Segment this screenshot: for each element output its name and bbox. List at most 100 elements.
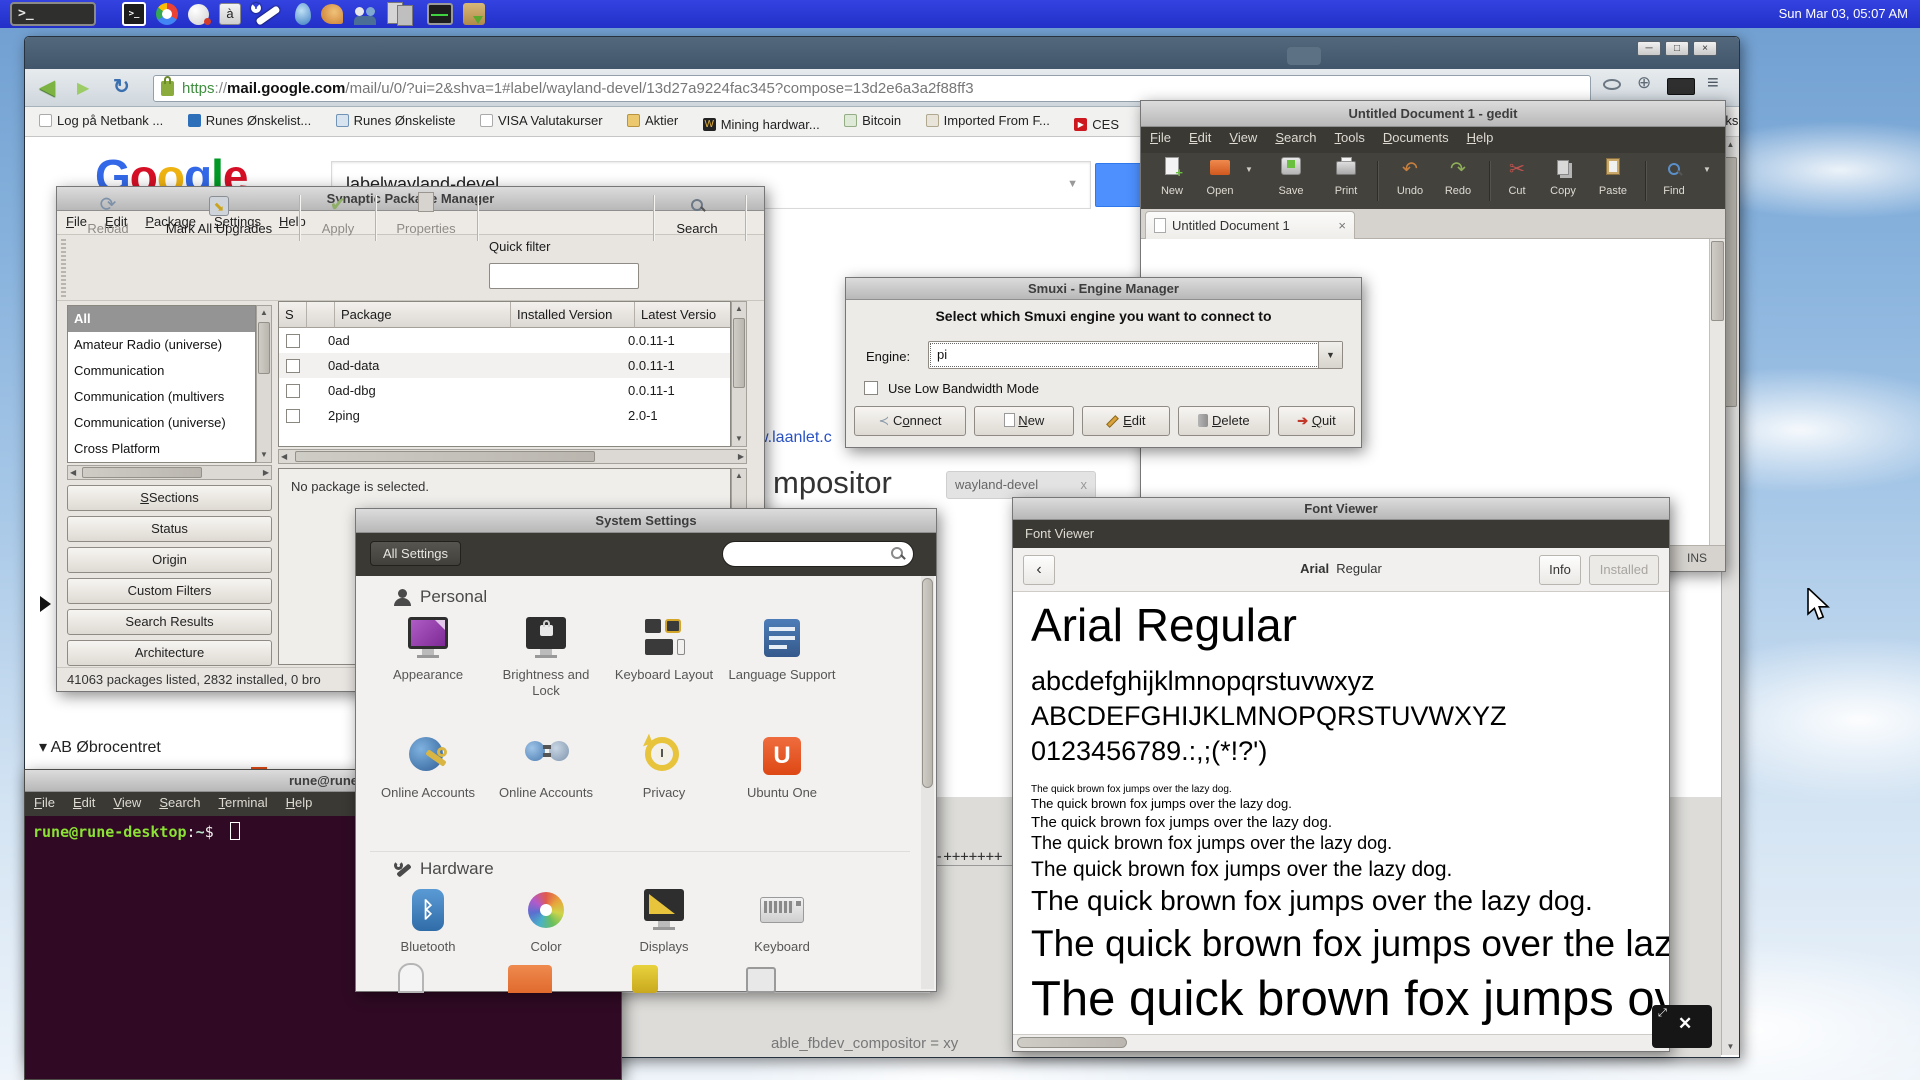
- scrollbar-thumb[interactable]: [922, 578, 933, 788]
- category-item[interactable]: Communication (multivers: [68, 384, 255, 410]
- open-button[interactable]: Open: [1199, 157, 1241, 197]
- panel-clock[interactable]: Sun Mar 03, 05:07 AM: [1779, 0, 1908, 28]
- chrome-icon[interactable]: [156, 3, 178, 25]
- quick-filter-input[interactable]: [489, 263, 639, 289]
- properties-button[interactable]: Properties: [385, 192, 467, 236]
- scroll-down-icon[interactable]: ▼: [257, 448, 271, 462]
- menu-terminal[interactable]: Terminal: [210, 792, 277, 813]
- scrollbar-thumb[interactable]: [258, 322, 270, 374]
- printer-icon[interactable]: [746, 967, 776, 993]
- package-icon[interactable]: [463, 3, 485, 25]
- settings-item-brightness-lock[interactable]: Brightness and Lock: [488, 615, 604, 700]
- minimize-button[interactable]: ─: [1637, 41, 1661, 56]
- bookmark-item[interactable]: Bitcoin: [844, 113, 901, 128]
- chip-close-icon[interactable]: x: [1081, 472, 1088, 498]
- menu-help[interactable]: Help: [277, 792, 322, 813]
- settings-item-bluetooth[interactable]: ᛒ Bluetooth: [370, 887, 486, 955]
- settings-item-color[interactable]: Color: [488, 887, 604, 955]
- bookmark-item[interactable]: WMining hardwar...: [703, 117, 820, 132]
- bookmark-item[interactable]: Runes Ønskelist...: [188, 113, 312, 128]
- document-tab[interactable]: Untitled Document 1 ×: [1145, 211, 1355, 239]
- settings-item-displays[interactable]: Displays: [606, 887, 722, 955]
- menu-file[interactable]: File: [1141, 127, 1180, 148]
- scroll-left-icon[interactable]: ◀: [70, 466, 76, 480]
- new-button[interactable]: New: [974, 406, 1074, 436]
- column-header-package[interactable]: Package: [335, 302, 511, 328]
- category-item[interactable]: Amateur Radio (universe): [68, 332, 255, 358]
- column-header-icon[interactable]: [307, 302, 335, 328]
- paste-button[interactable]: Paste: [1591, 157, 1635, 197]
- font-hscrollbar[interactable]: [1013, 1034, 1669, 1051]
- settings-scrollbar[interactable]: [921, 576, 934, 989]
- bookmark-item[interactable]: VISA Valutakurser: [480, 113, 603, 128]
- table-row[interactable]: 0ad0.0.11-1: [279, 328, 730, 353]
- new-tab-button[interactable]: [1287, 47, 1321, 65]
- close-button[interactable]: ×: [1693, 41, 1717, 56]
- table-scrollbar[interactable]: ▲ ▼: [731, 301, 747, 447]
- settings-item-keyboard[interactable]: Keyboard: [724, 887, 840, 955]
- mark-all-upgrades-button[interactable]: ⬊Mark All Upgrades: [149, 192, 289, 236]
- system-monitor-icon[interactable]: [427, 3, 453, 25]
- tab-close-icon[interactable]: ×: [1338, 218, 1346, 233]
- reload-button[interactable]: ⟳Reload: [75, 192, 141, 236]
- category-scrollbar[interactable]: ▲ ▼: [256, 305, 272, 463]
- print-button[interactable]: Print: [1325, 157, 1367, 197]
- search-button[interactable]: Search: [665, 192, 729, 236]
- shell-icon[interactable]: [321, 4, 343, 24]
- bookmark-item[interactable]: Aktier: [627, 113, 678, 128]
- menu-help[interactable]: Help: [1458, 127, 1503, 148]
- keyboard-icon[interactable]: [1667, 78, 1695, 95]
- undo-button[interactable]: ↶Undo: [1389, 157, 1431, 197]
- menu-file[interactable]: File: [25, 792, 64, 813]
- mouse-icon[interactable]: [398, 963, 424, 993]
- gedit-scrollbar[interactable]: [1709, 239, 1725, 545]
- row-checkbox[interactable]: [286, 409, 300, 423]
- scroll-down-icon[interactable]: ▼: [1722, 1039, 1739, 1055]
- column-header-s[interactable]: S: [279, 302, 307, 328]
- users-icon[interactable]: [353, 3, 377, 25]
- scroll-up-icon[interactable]: ▲: [257, 306, 271, 320]
- row-checkbox[interactable]: [286, 384, 300, 398]
- maximize-button[interactable]: □: [1665, 41, 1689, 56]
- bookmark-item[interactable]: Runes Ønskeliste: [336, 113, 456, 128]
- sphere-icon[interactable]: [188, 4, 209, 25]
- category-list[interactable]: All Amateur Radio (universe) Communicati…: [67, 305, 256, 463]
- category-item[interactable]: Cross Platform: [68, 436, 255, 462]
- settings-item-appearance[interactable]: Appearance: [370, 615, 486, 683]
- scroll-up-icon[interactable]: ▲: [732, 302, 746, 316]
- gmail-sidebar-label[interactable]: ▾ AB Øbrocentret: [39, 737, 161, 757]
- installed-button[interactable]: Installed: [1589, 555, 1659, 585]
- edit-button[interactable]: Edit: [1082, 406, 1170, 436]
- settings-item-ubuntu-one[interactable]: U Ubuntu One: [724, 733, 840, 801]
- bookmark-item[interactable]: ▶CES: [1074, 117, 1119, 132]
- package-table[interactable]: S Package Installed Version Latest Versi…: [278, 301, 731, 447]
- table-row[interactable]: 2ping2.0-1: [279, 403, 730, 428]
- file-copies-icon[interactable]: [387, 2, 417, 26]
- info-button[interactable]: Info: [1539, 555, 1581, 585]
- menu-search[interactable]: Search: [1266, 127, 1325, 148]
- toolbar-handle[interactable]: [61, 239, 66, 297]
- settings-item-keyboard-layout[interactable]: Keyboard Layout: [606, 615, 722, 683]
- menu-edit[interactable]: Edit: [64, 792, 104, 813]
- scrollbar-thumb[interactable]: [82, 467, 202, 478]
- page-link-fragment[interactable]: w.laanlet.c: [757, 429, 832, 447]
- scroll-down-icon[interactable]: ▼: [732, 432, 746, 446]
- find-button[interactable]: Find: [1655, 157, 1693, 197]
- close-icon[interactable]: ✕: [1678, 1014, 1692, 1034]
- window-titlebar[interactable]: Font Viewer: [1013, 498, 1669, 520]
- character-key-icon[interactable]: à: [219, 3, 241, 25]
- back-button[interactable]: ◀: [39, 75, 55, 100]
- scroll-right-icon[interactable]: ▶: [738, 450, 744, 464]
- new-button[interactable]: +New: [1153, 157, 1191, 197]
- origin-button[interactable]: Origin: [67, 547, 272, 573]
- open-caret[interactable]: ▼: [1243, 157, 1255, 185]
- menu-documents[interactable]: Documents: [1374, 127, 1458, 148]
- category-item-selected[interactable]: All: [68, 306, 255, 332]
- forward-button[interactable]: ▶: [77, 78, 89, 98]
- architecture-button[interactable]: Architecture: [67, 640, 272, 666]
- overlay-close-box[interactable]: ⤢ ✕: [1652, 1005, 1712, 1048]
- cut-button[interactable]: ✂Cut: [1499, 157, 1535, 197]
- panel-reveal-arrow[interactable]: [40, 596, 51, 612]
- settings-search-input[interactable]: [722, 541, 914, 567]
- window-titlebar[interactable]: Untitled Document 1 - gedit: [1141, 101, 1725, 127]
